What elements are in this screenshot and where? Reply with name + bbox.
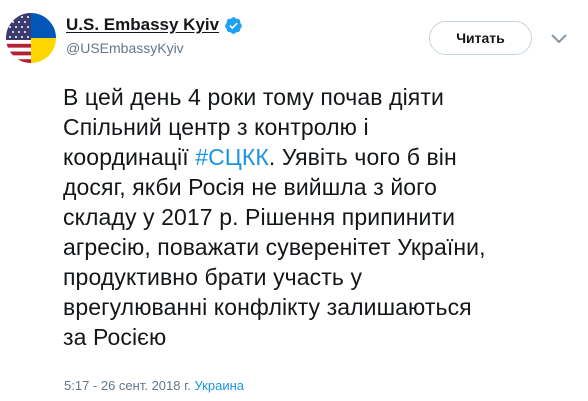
hashtag-link[interactable]: #СЦКК	[195, 144, 269, 170]
account-name-line: U.S. Embassy Kyiv	[66, 14, 243, 36]
account-display-name[interactable]: U.S. Embassy Kyiv	[66, 15, 219, 35]
tweet-text-line: агресію, поважати суверенітет України,	[63, 234, 486, 260]
tweet: U.S. Embassy Kyiv @USEmbassyKyiv Читать …	[0, 0, 588, 401]
tweet-meta: 5:17 - 26 сент. 2018 г. Украина	[64, 378, 244, 393]
tweet-text-line: досяг, якби Росія не вийшла з його	[63, 174, 438, 200]
follow-button[interactable]: Читать	[429, 21, 532, 55]
tweet-timestamp[interactable]: 5:17 - 26 сент. 2018 г.	[64, 378, 191, 393]
tweet-text-line: врегулюванні конфлікту залишаються	[63, 294, 472, 320]
us-ukraine-flag-avatar-icon	[6, 13, 56, 63]
tweet-location[interactable]: Украина	[195, 378, 245, 393]
tweet-text-line: координації #СЦКК. Уявіть чого б він	[63, 144, 457, 170]
tweet-text-line: за Росією	[63, 324, 167, 350]
tweet-text-line: продуктивно брати участь у	[63, 264, 363, 290]
tweet-text: В цей день 4 роки тому почав діяти Спіль…	[63, 82, 583, 352]
more-options-button[interactable]	[548, 28, 570, 50]
avatar[interactable]	[6, 13, 56, 63]
account-handle[interactable]: @USEmbassyKyiv	[66, 40, 184, 56]
tweet-text-line: складу у 2017 р. Рішення припинити	[63, 204, 456, 230]
chevron-down-icon	[551, 34, 567, 43]
tweet-text-line: В цей день 4 роки тому почав діяти	[63, 84, 444, 110]
tweet-text-line: Спільний центр з контролю і	[63, 114, 369, 140]
verified-badge-icon	[224, 16, 243, 35]
